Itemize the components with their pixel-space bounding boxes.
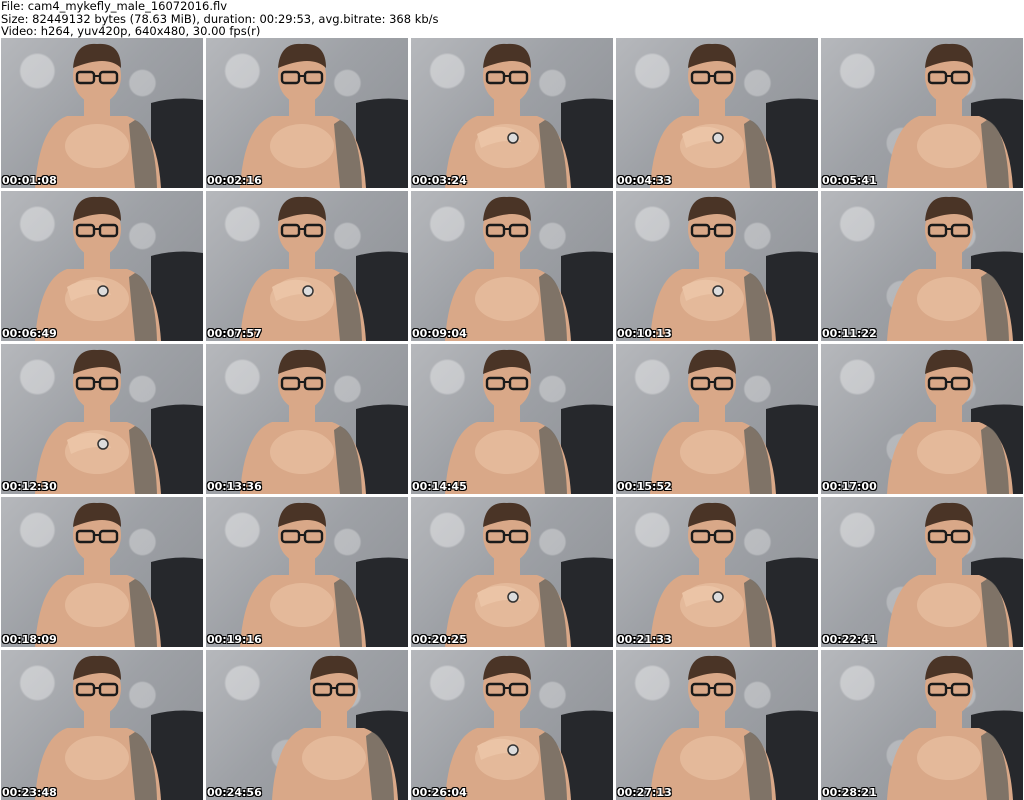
thumbnail-timestamp: 00:21:33 bbox=[617, 633, 672, 646]
person-frame-image bbox=[35, 349, 203, 494]
thumbnail-timestamp: 00:26:04 bbox=[412, 786, 467, 799]
person-frame-image bbox=[35, 43, 203, 188]
video-thumbnail: 00:03:24 bbox=[411, 38, 613, 188]
thumbnail-timestamp: 00:17:00 bbox=[822, 480, 877, 493]
video-thumbnail: 00:12:30 bbox=[1, 344, 203, 494]
person-frame-image bbox=[445, 502, 613, 647]
thumbnail-timestamp: 00:27:13 bbox=[617, 786, 672, 799]
person-frame-image bbox=[240, 196, 408, 341]
video-thumbnail: 00:14:45 bbox=[411, 344, 613, 494]
video-thumbnail: 00:22:41 bbox=[821, 497, 1023, 647]
thumbnail-timestamp: 00:10:13 bbox=[617, 327, 672, 340]
thumbnail-timestamp: 00:11:22 bbox=[822, 327, 877, 340]
thumbnail-timestamp: 00:14:45 bbox=[412, 480, 467, 493]
person-frame-image bbox=[240, 43, 408, 188]
video-thumbnail: 00:11:22 bbox=[821, 191, 1023, 341]
file-name-line: File: cam4_mykefly_male_16072016.flv bbox=[1, 0, 228, 13]
person-frame-image bbox=[445, 196, 613, 341]
video-thumbnail: 00:02:16 bbox=[206, 38, 408, 188]
video-thumbnail: 00:20:25 bbox=[411, 497, 613, 647]
video-thumbnail: 00:28:21 bbox=[821, 650, 1023, 800]
thumbnail-timestamp: 00:02:16 bbox=[207, 174, 262, 187]
video-thumbnail: 00:26:04 bbox=[411, 650, 613, 800]
person-frame-image bbox=[445, 349, 613, 494]
person-frame-image bbox=[445, 43, 613, 188]
video-thumbnail: 00:06:49 bbox=[1, 191, 203, 341]
thumbnail-timestamp: 00:22:41 bbox=[822, 633, 877, 646]
thumbnail-timestamp: 00:07:57 bbox=[207, 327, 262, 340]
video-thumbnail: 00:17:00 bbox=[821, 344, 1023, 494]
person-frame-image bbox=[887, 43, 1023, 188]
thumbnail-timestamp: 00:06:49 bbox=[2, 327, 57, 340]
thumbnail-timestamp: 00:05:41 bbox=[822, 174, 877, 187]
thumbnail-timestamp: 00:13:36 bbox=[207, 480, 262, 493]
thumbnail-timestamp: 00:03:24 bbox=[412, 174, 467, 187]
video-thumbnail: 00:04:33 bbox=[616, 38, 818, 188]
thumbnail-timestamp: 00:23:48 bbox=[2, 786, 57, 799]
person-frame-image bbox=[445, 655, 613, 800]
thumbnail-timestamp: 00:24:56 bbox=[207, 786, 262, 799]
thumbnail-timestamp: 00:09:04 bbox=[412, 327, 467, 340]
person-frame-image bbox=[650, 349, 818, 494]
video-thumbnail: 00:05:41 bbox=[821, 38, 1023, 188]
thumbnail-grid: 00:01:08 00:02:16 00:03:24 00:04:33 00:05:41… bbox=[0, 38, 1024, 800]
thumbnail-timestamp: 00:20:25 bbox=[412, 633, 467, 646]
person-frame-image bbox=[35, 196, 203, 341]
person-frame-image bbox=[240, 502, 408, 647]
video-thumbnail: 00:18:09 bbox=[1, 497, 203, 647]
thumbnail-timestamp: 00:28:21 bbox=[822, 786, 877, 799]
person-frame-image bbox=[650, 655, 818, 800]
person-frame-image bbox=[650, 43, 818, 188]
person-frame-image bbox=[240, 349, 408, 494]
thumbnail-timestamp: 00:15:52 bbox=[617, 480, 672, 493]
video-thumbnail: 00:13:36 bbox=[206, 344, 408, 494]
person-frame-image bbox=[35, 502, 203, 647]
video-thumbnail: 00:01:08 bbox=[1, 38, 203, 188]
video-thumbnail: 00:15:52 bbox=[616, 344, 818, 494]
person-frame-image bbox=[35, 655, 203, 800]
person-frame-image bbox=[887, 502, 1023, 647]
thumbnail-timestamp: 00:04:33 bbox=[617, 174, 672, 187]
video-info-line: Video: h264, yuv420p, 640x480, 30.00 fps… bbox=[1, 24, 261, 39]
video-thumbnail: 00:24:56 bbox=[206, 650, 408, 800]
file-info-header: File: cam4_mykefly_male_16072016.flv Siz… bbox=[1, 0, 1021, 38]
thumbnail-timestamp: 00:12:30 bbox=[2, 480, 57, 493]
video-thumbnail: 00:19:16 bbox=[206, 497, 408, 647]
video-thumbnail: 00:09:04 bbox=[411, 191, 613, 341]
person-frame-image bbox=[650, 502, 818, 647]
video-thumbnail: 00:21:33 bbox=[616, 497, 818, 647]
thumbnail-timestamp: 00:19:16 bbox=[207, 633, 262, 646]
video-thumbnail: 00:27:13 bbox=[616, 650, 818, 800]
person-frame-image bbox=[887, 349, 1023, 494]
video-thumbnail: 00:10:13 bbox=[616, 191, 818, 341]
thumbnail-timestamp: 00:18:09 bbox=[2, 633, 57, 646]
video-thumbnail: 00:07:57 bbox=[206, 191, 408, 341]
person-frame-image bbox=[887, 655, 1023, 800]
video-thumbnail: 00:23:48 bbox=[1, 650, 203, 800]
thumbnail-timestamp: 00:01:08 bbox=[2, 174, 57, 187]
person-frame-image bbox=[887, 196, 1023, 341]
person-frame-image bbox=[650, 196, 818, 341]
person-frame-image bbox=[272, 655, 408, 800]
